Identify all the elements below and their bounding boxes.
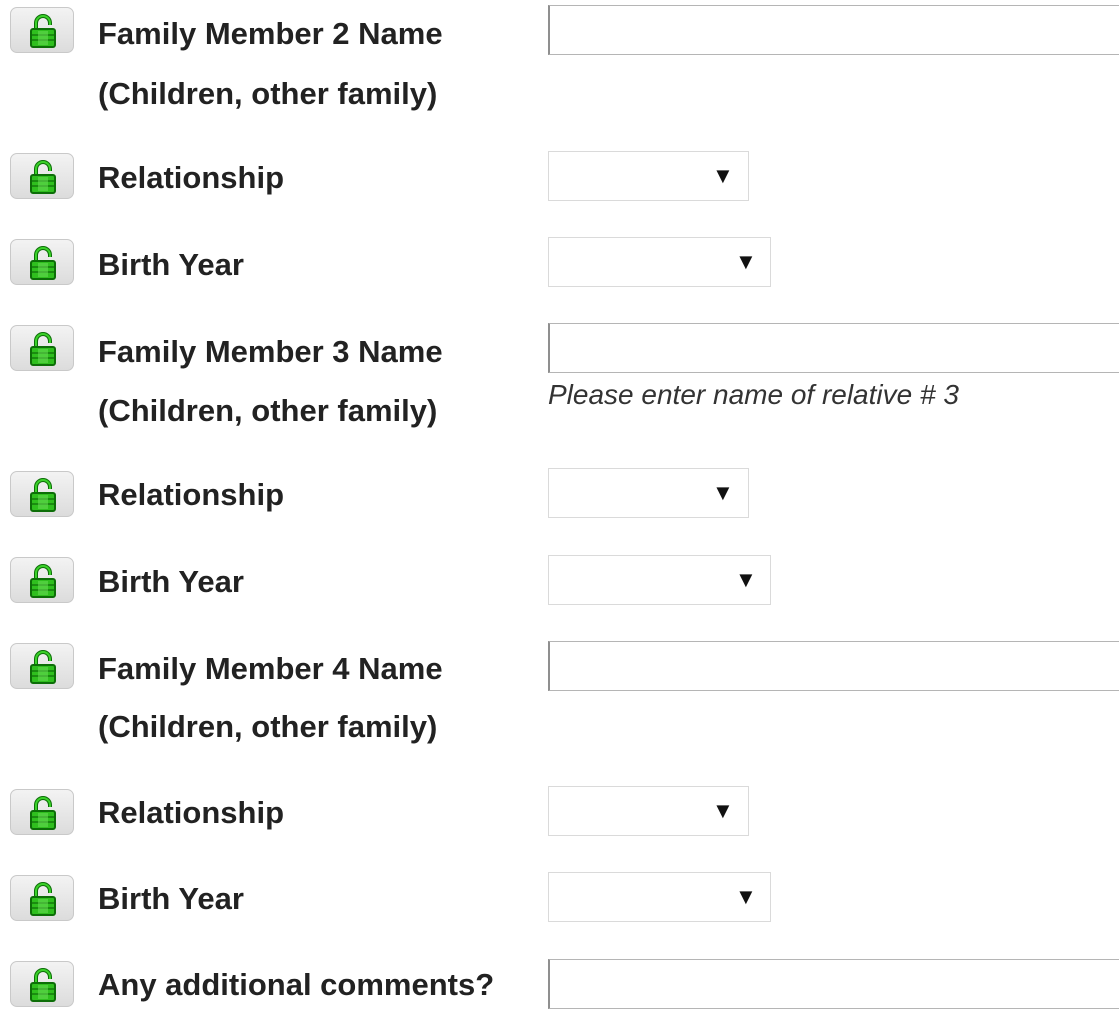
- dropdown-arrow-icon: ▼: [712, 163, 734, 188]
- open-padlock-icon: [30, 478, 56, 512]
- birth-year-label: Birth Year: [98, 247, 244, 282]
- open-padlock-icon: [30, 968, 56, 1002]
- additional-comments-label: Any additional comments?: [98, 967, 495, 1002]
- birth-year-select-3[interactable]: ▼: [548, 555, 771, 605]
- open-padlock-icon: [30, 796, 56, 830]
- open-padlock-icon: [30, 160, 56, 194]
- privacy-lock-button[interactable]: [10, 789, 74, 835]
- birth-year-label: Birth Year: [98, 564, 244, 599]
- privacy-lock-button[interactable]: [10, 7, 74, 53]
- dropdown-arrow-icon: ▼: [712, 798, 734, 823]
- family-member-2-name-sublabel: (Children, other family): [98, 76, 438, 111]
- privacy-lock-button[interactable]: [10, 643, 74, 689]
- dropdown-arrow-icon: ▼: [735, 567, 757, 592]
- dropdown-arrow-icon: ▼: [735, 249, 757, 274]
- birth-year-select-2[interactable]: ▼: [548, 237, 771, 287]
- privacy-lock-button[interactable]: [10, 153, 74, 199]
- relationship-select-4[interactable]: ▼: [548, 786, 749, 836]
- family-member-4-name-label: Family Member 4 Name: [98, 651, 443, 686]
- additional-comments-input[interactable]: [548, 959, 1119, 1009]
- privacy-lock-button[interactable]: [10, 961, 74, 1007]
- family-member-3-name-input[interactable]: [548, 323, 1119, 373]
- birth-year-label: Birth Year: [98, 881, 244, 916]
- family-member-3-name-label: Family Member 3 Name: [98, 334, 443, 369]
- relationship-label: Relationship: [98, 477, 285, 512]
- privacy-lock-button[interactable]: [10, 875, 74, 921]
- open-padlock-icon: [30, 14, 56, 48]
- family-member-2-name-label: Family Member 2 Name: [98, 16, 443, 51]
- open-padlock-icon: [30, 882, 56, 916]
- family-member-4-name-input[interactable]: [548, 641, 1119, 691]
- dropdown-arrow-icon: ▼: [712, 480, 734, 505]
- privacy-lock-button[interactable]: [10, 325, 74, 371]
- family-member-2-name-input[interactable]: [548, 5, 1119, 55]
- privacy-lock-button[interactable]: [10, 471, 74, 517]
- relationship-label: Relationship: [98, 795, 285, 830]
- open-padlock-icon: [30, 332, 56, 366]
- birth-year-select-4[interactable]: ▼: [548, 872, 771, 922]
- open-padlock-icon: [30, 650, 56, 684]
- open-padlock-icon: [30, 564, 56, 598]
- family-member-3-name-sublabel: (Children, other family): [98, 393, 438, 428]
- validation-hint: Please enter name of relative # 3: [548, 379, 959, 410]
- privacy-lock-button[interactable]: [10, 239, 74, 285]
- family-member-4-name-sublabel: (Children, other family): [98, 709, 438, 744]
- open-padlock-icon: [30, 246, 56, 280]
- relationship-select-3[interactable]: ▼: [548, 468, 749, 518]
- dropdown-arrow-icon: ▼: [735, 884, 757, 909]
- relationship-label: Relationship: [98, 160, 285, 195]
- privacy-lock-button[interactable]: [10, 557, 74, 603]
- relationship-select-2[interactable]: ▼: [548, 151, 749, 201]
